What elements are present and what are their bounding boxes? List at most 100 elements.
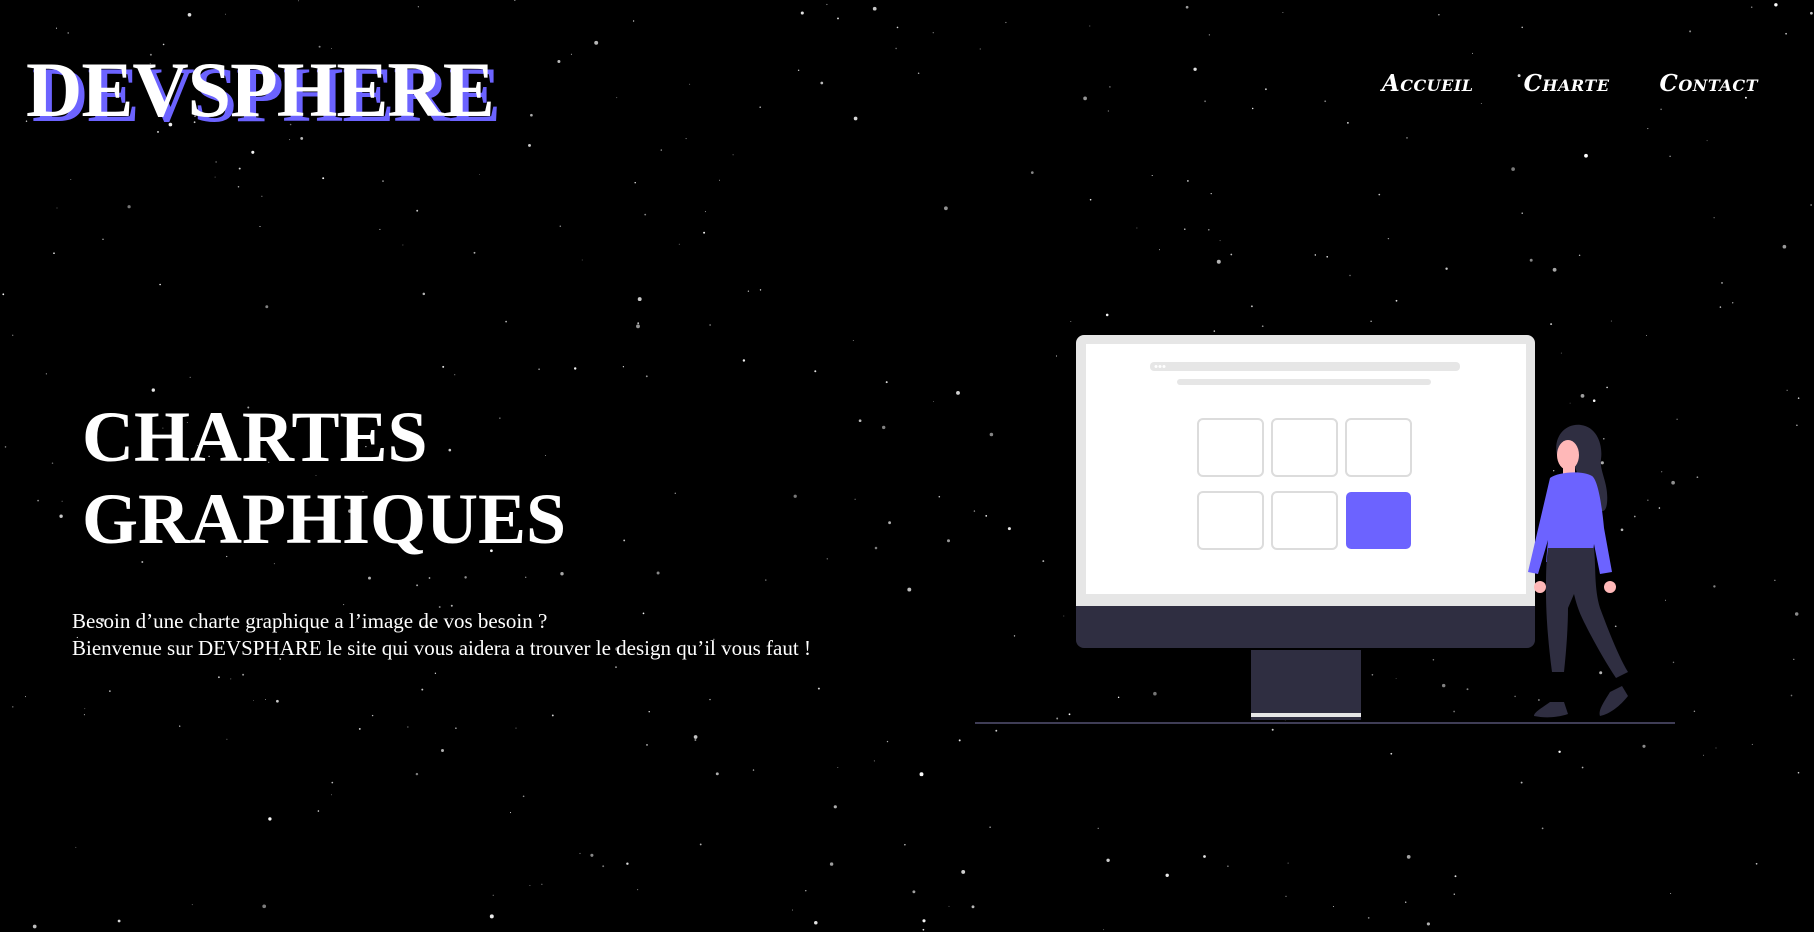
star [1782,244,1787,249]
star [1794,612,1799,616]
star [1581,766,1584,769]
star [678,243,680,245]
star [1702,754,1705,756]
star [1786,389,1788,391]
star [557,60,561,63]
star [1193,67,1197,71]
star [1405,901,1407,903]
person-pants [1546,548,1628,678]
hero-description: Besoin d’une charte graphique a l’image … [72,608,872,662]
star [765,579,767,581]
star [1349,274,1351,277]
star [67,32,69,34]
star [25,696,26,698]
star [37,499,40,502]
star [579,852,581,855]
hero-title-line-2: GRAPHIQUES [82,479,567,559]
star [1472,52,1473,54]
star [873,760,875,762]
star [1480,102,1482,104]
star [416,584,419,587]
star [626,862,629,865]
person-left-shoe [1534,702,1568,718]
star [2,293,5,296]
star [917,72,920,74]
star [559,225,562,227]
star [1696,476,1699,479]
star [1083,96,1087,101]
person-figure [1528,424,1628,718]
star [882,425,886,430]
star [4,446,7,448]
site-logo[interactable]: DEVSPHERE [26,44,495,136]
star [541,883,543,885]
star [215,161,217,163]
star [979,48,981,50]
star [1558,750,1561,754]
star [742,359,746,362]
star [703,231,706,234]
star [694,739,697,741]
star [752,769,755,771]
star [1208,34,1211,36]
star [225,13,227,15]
star [759,289,762,291]
star [833,805,837,809]
star [505,320,507,323]
star [1445,267,1448,270]
nav-link-accueil[interactable]: Accueil [1382,70,1474,97]
star [922,928,925,931]
star [888,521,891,525]
person-left-hand [1534,581,1546,593]
star [1252,107,1254,110]
monitor-chin [1076,602,1535,648]
star [1332,906,1334,907]
star [189,376,191,379]
star [1521,26,1523,29]
star [1541,827,1544,830]
star [1370,320,1372,322]
star [1216,259,1221,264]
star [947,539,950,543]
star [61,500,63,502]
star [958,739,961,742]
star [632,20,635,22]
star [602,865,605,868]
star [53,252,55,255]
star [1227,865,1229,868]
star [421,688,424,691]
star [242,673,245,676]
star [51,462,54,464]
star [886,740,889,743]
star [1689,30,1692,33]
star [513,0,516,1]
star [581,259,583,261]
hero-title-line-1: CHARTES [82,397,428,477]
star [1367,917,1370,919]
nav-link-contact[interactable]: Contact [1660,70,1758,97]
star [331,794,332,796]
star [1732,302,1734,304]
star [912,890,916,894]
star [1285,895,1287,897]
screen-tile [1271,418,1338,477]
star [637,297,642,302]
star [331,781,334,784]
person-right-hand [1604,581,1616,593]
star [1136,227,1138,229]
star [262,904,267,909]
star [1529,258,1533,262]
star [1810,11,1813,15]
star [226,738,228,740]
star [379,228,381,230]
star [956,390,960,395]
screen-tile [1345,418,1412,477]
star [1324,100,1327,103]
star [759,106,761,108]
star [75,846,77,848]
monitor-stand-base [1251,713,1361,717]
nav-link-charte[interactable]: Charte [1524,70,1610,97]
star [1755,862,1758,865]
star [938,495,941,498]
star [1210,192,1212,195]
